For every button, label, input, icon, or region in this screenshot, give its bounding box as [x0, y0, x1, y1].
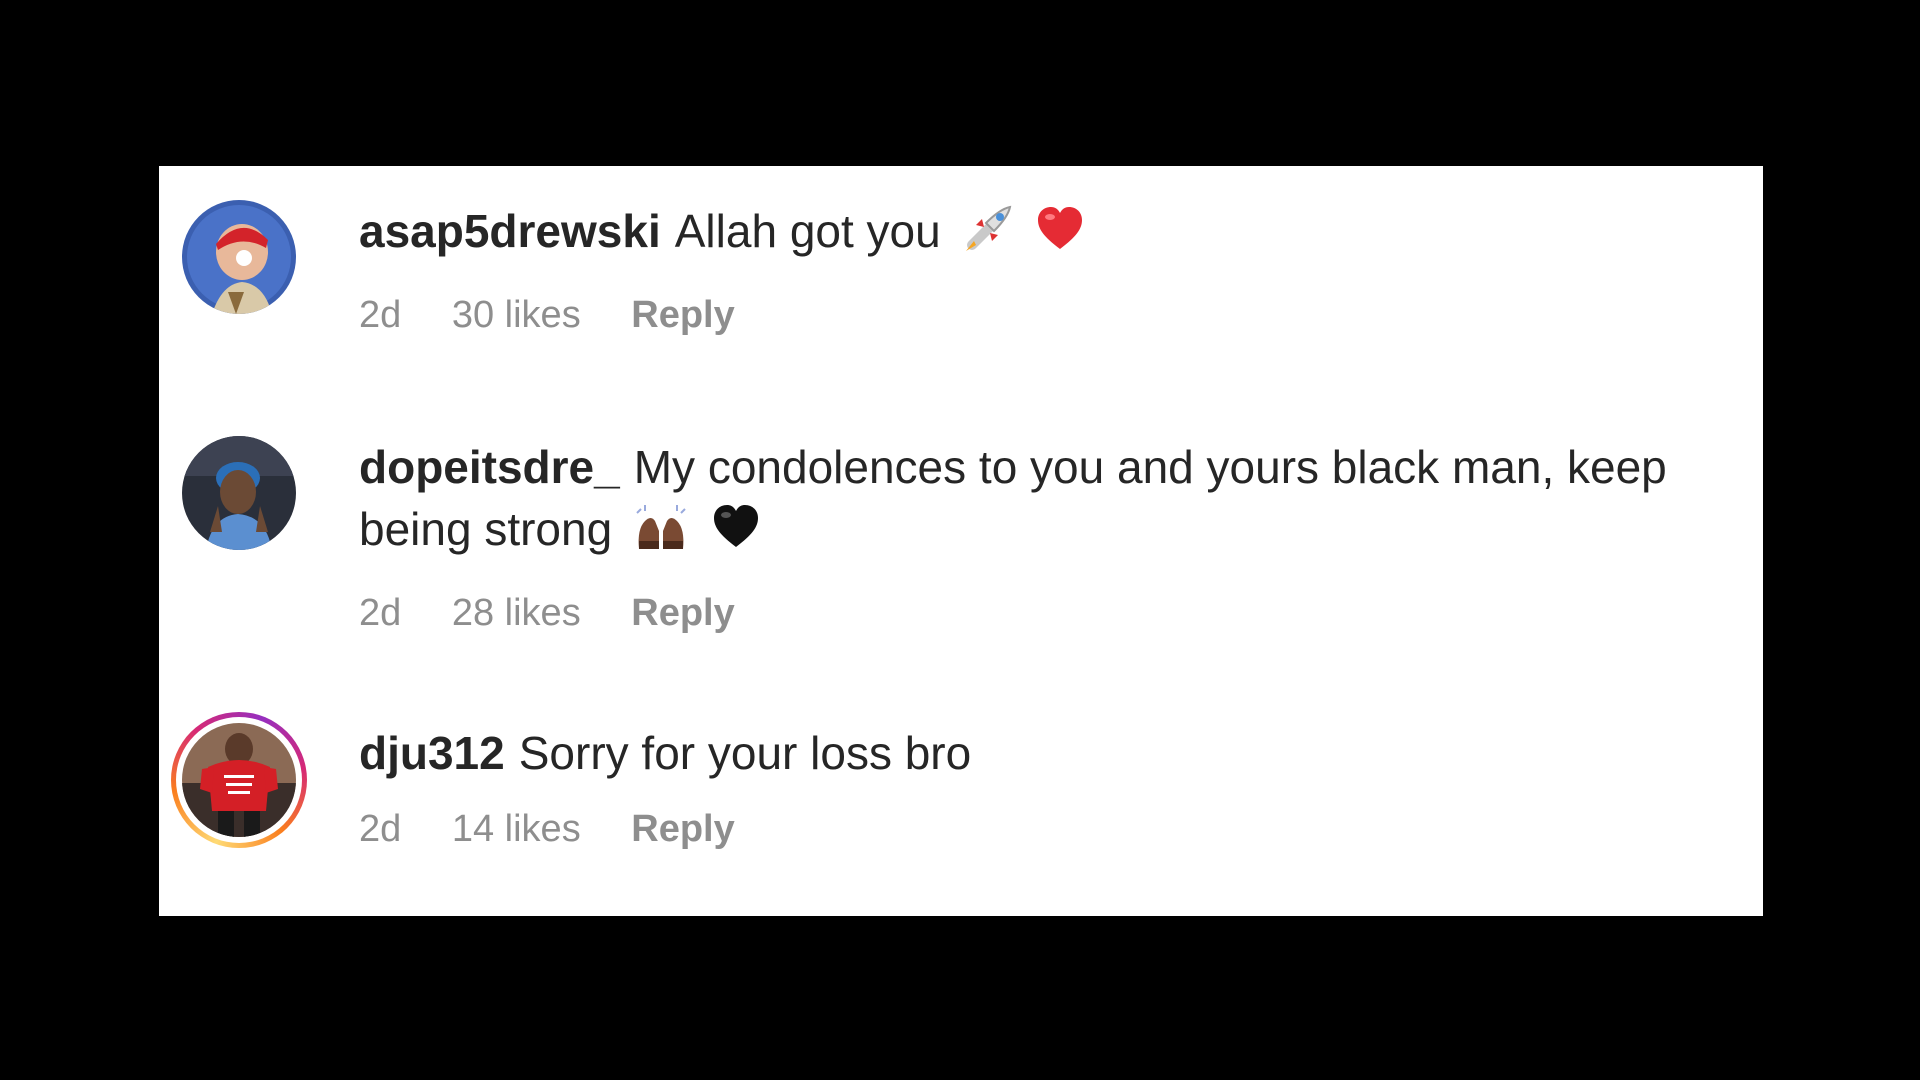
comment-meta: 2d 30 likes Reply — [359, 292, 1749, 338]
story-ring-avatar[interactable] — [171, 712, 307, 848]
comment-body: Allah got you — [674, 205, 941, 257]
comment-meta: 2d 14 likes Reply — [359, 806, 1749, 852]
red-heart-emoji — [1034, 203, 1086, 270]
likes-count[interactable]: 14 likes — [452, 808, 581, 850]
reply-button[interactable]: Reply — [631, 294, 734, 336]
timestamp[interactable]: 2d — [359, 808, 401, 850]
rocket-emoji — [962, 203, 1014, 270]
avatar[interactable] — [182, 200, 296, 314]
comment-meta: 2d 28 likes Reply — [359, 590, 1749, 636]
comment-text: dju312 Sorry for your loss bro — [359, 722, 1749, 784]
likes-count[interactable]: 30 likes — [452, 294, 581, 336]
timestamp[interactable]: 2d — [359, 294, 401, 336]
black-heart-emoji — [710, 501, 762, 568]
timestamp[interactable]: 2d — [359, 592, 401, 634]
avatar[interactable] — [182, 436, 296, 550]
reply-button[interactable]: Reply — [631, 808, 734, 850]
comment-body: Sorry for your loss bro — [518, 727, 972, 779]
screenshot-frame: asap5drewski Allah got you 2d 30 likes R… — [0, 0, 1920, 1080]
comment-text: dopeitsdre_ My condolences to you and you… — [359, 436, 1749, 568]
username[interactable]: asap5drewski — [359, 205, 661, 257]
avatar[interactable] — [182, 723, 296, 837]
comments-panel: asap5drewski Allah got you 2d 30 likes R… — [159, 166, 1763, 916]
username[interactable]: dopeitsdre_ — [359, 441, 620, 493]
reply-button[interactable]: Reply — [631, 592, 734, 634]
raising-hands-emoji — [633, 501, 689, 568]
likes-count[interactable]: 28 likes — [452, 592, 581, 634]
username[interactable]: dju312 — [359, 727, 505, 779]
comment-text: asap5drewski Allah got you — [359, 200, 1749, 270]
